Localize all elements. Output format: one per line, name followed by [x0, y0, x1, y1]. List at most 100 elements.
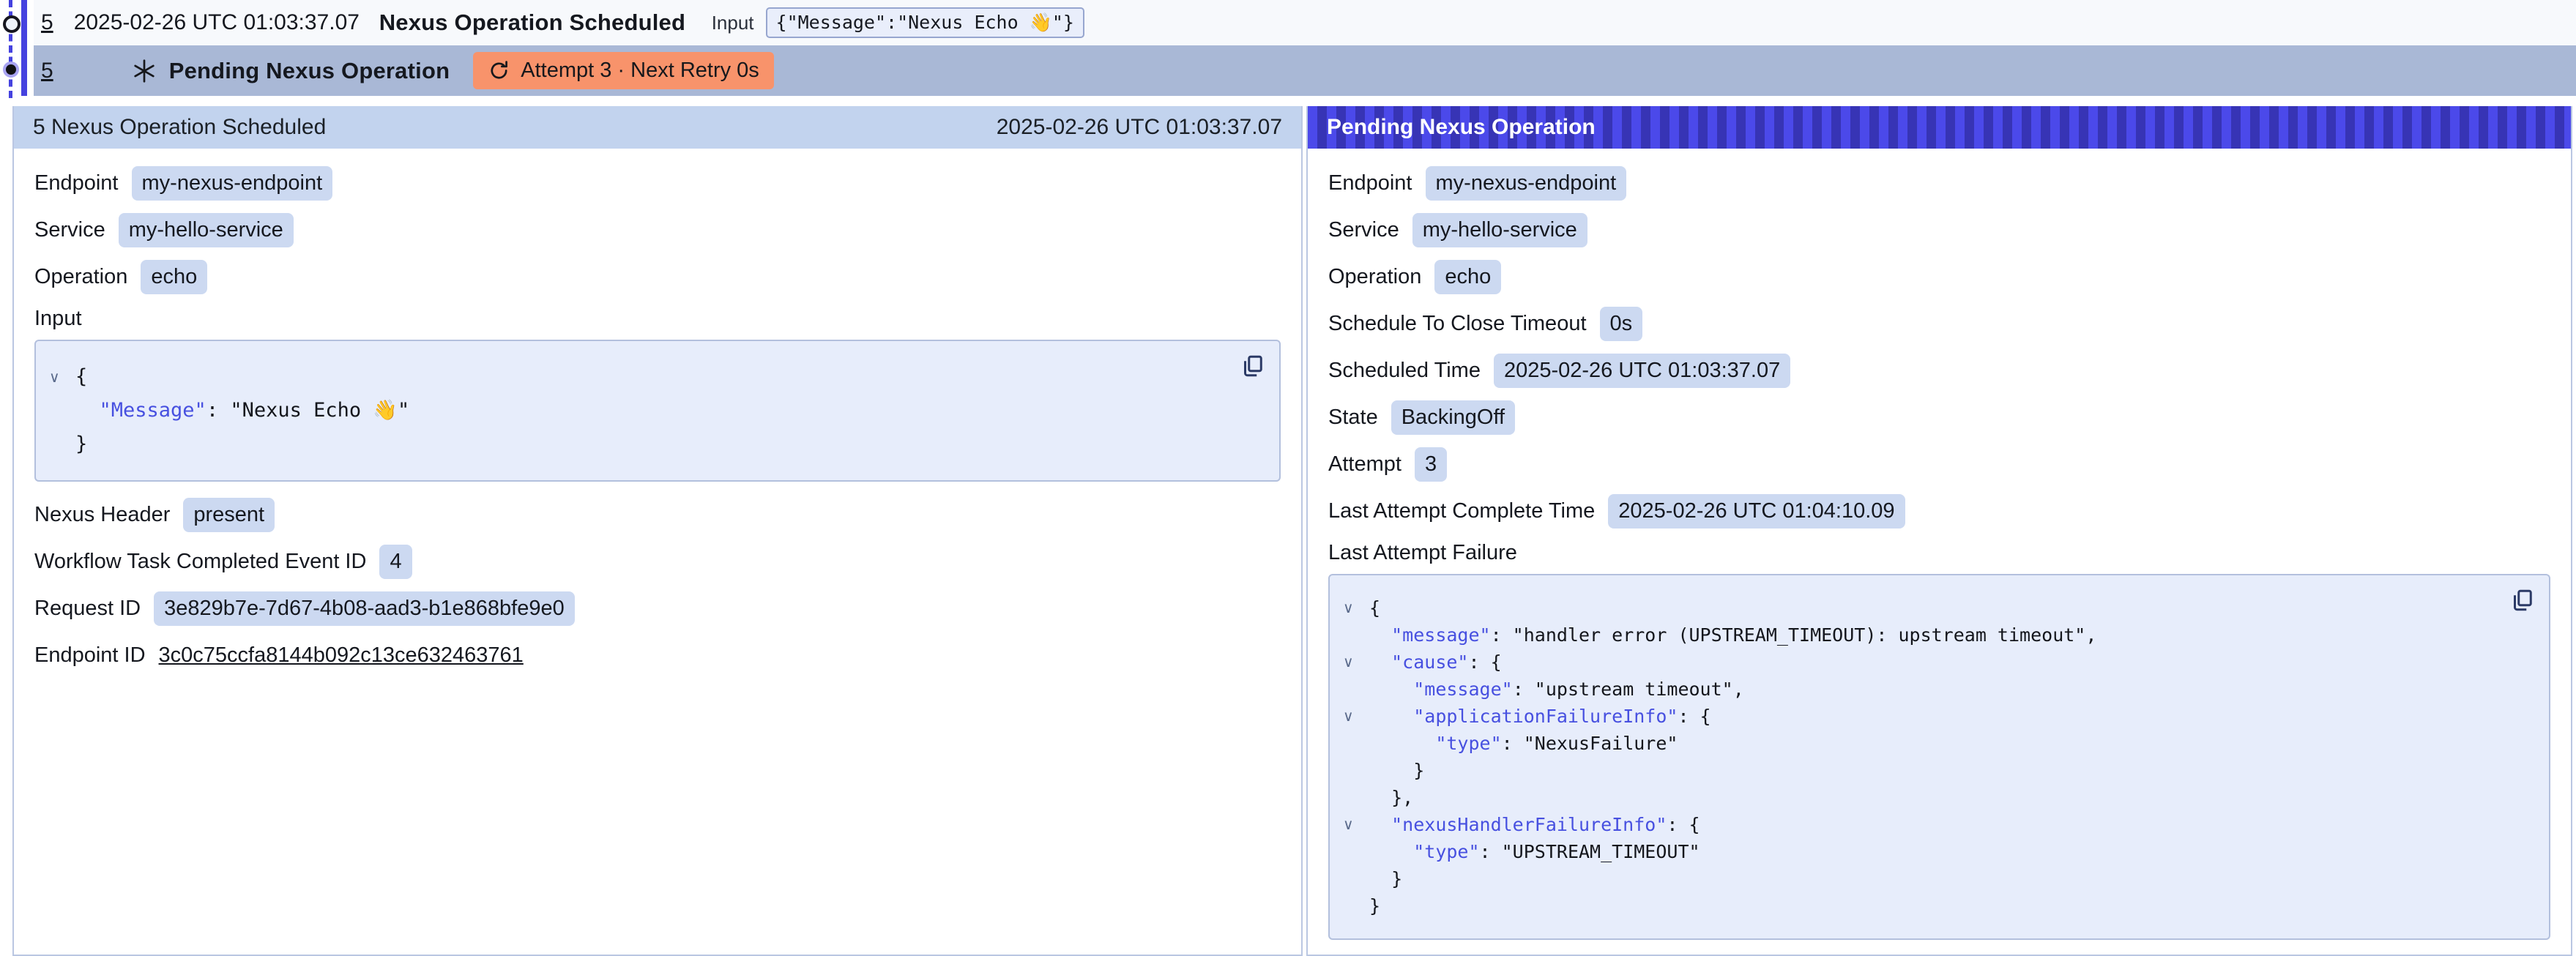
field-label: Nexus Header [34, 503, 170, 527]
field-label: Endpoint [34, 171, 119, 195]
detail-field-row: State BackingOff [1328, 400, 2550, 435]
json-line: "message": "handler error (UPSTREAM_TIME… [1343, 621, 2530, 649]
collapse-chevron-icon[interactable]: ∨ [1343, 811, 1369, 838]
failure-block-label: Last Attempt Failure [1328, 541, 2550, 565]
event-id-link[interactable]: 5 [41, 10, 53, 35]
detail-field-row: Last Attempt Complete Time 2025-02-26 UT… [1328, 494, 2550, 529]
scheduled-panel-header: 5 Nexus Operation Scheduled 2025-02-26 U… [14, 106, 1301, 149]
panel-title: Pending Nexus Operation [1327, 115, 1596, 140]
field-label: Schedule To Close Timeout [1328, 312, 1587, 336]
json-code: "Message": "Nexus Echo 👋" [75, 394, 409, 427]
collapse-chevron-icon[interactable]: ∨ [1343, 594, 1369, 621]
collapse-chevron-icon [1343, 865, 1369, 892]
json-line: } [1343, 757, 2530, 784]
json-code: "cause": { [1369, 649, 1502, 676]
collapse-chevron-icon [1343, 676, 1369, 703]
field-value: 3e829b7e-7d67-4b08-aad3-b1e868bfe9e0 [154, 591, 575, 626]
field-label: Service [1328, 218, 1399, 242]
json-code: "message": "handler error (UPSTREAM_TIME… [1369, 621, 2096, 649]
json-line: ∨ { [1343, 594, 2530, 621]
scheduled-event-panel: 5 Nexus Operation Scheduled 2025-02-26 U… [12, 106, 1303, 956]
json-line: ∨ "applicationFailureInfo": { [1343, 703, 2530, 730]
field-value: my-nexus-endpoint [1426, 166, 1627, 201]
field-value: 0s [1600, 307, 1643, 341]
collapse-chevron-icon [1343, 621, 1369, 649]
pending-operation-panel: Pending Nexus Operation Endpoint my-nexu… [1306, 106, 2572, 956]
json-line: ∨ "nexusHandlerFailureInfo": { [1343, 811, 2530, 838]
collapse-chevron-icon [1343, 892, 1369, 919]
json-code: { [75, 360, 87, 394]
json-code: "message": "upstream timeout", [1369, 676, 1744, 703]
event-row-pending-nexus-operation[interactable]: 5 Pending Nexus Operation Attempt 3 · Ne… [34, 45, 2576, 96]
event-timestamp: 2025-02-26 UTC 01:03:37.07 [74, 10, 363, 35]
field-label: Operation [34, 265, 127, 289]
collapse-chevron-icon [49, 427, 75, 461]
field-value: 2025-02-26 UTC 01:04:10.09 [1608, 494, 1905, 529]
detail-field-row: Schedule To Close Timeout 0s [1328, 307, 2550, 341]
refresh-icon [488, 59, 510, 82]
event-title: Nexus Operation Scheduled [379, 10, 687, 36]
collapse-chevron-icon [49, 394, 75, 427]
field-value: my-hello-service [119, 213, 294, 247]
detail-field-row: Service my-hello-service [34, 213, 1281, 247]
field-value: 2025-02-26 UTC 01:03:37.07 [1494, 354, 1790, 388]
pending-panel-header: Pending Nexus Operation [1308, 106, 2571, 149]
json-code: "nexusHandlerFailureInfo": { [1369, 811, 1700, 838]
panel-timestamp: 2025-02-26 UTC 01:03:37.07 [997, 115, 1282, 140]
detail-field-row: Attempt 3 [1328, 447, 2550, 482]
json-code: "applicationFailureInfo": { [1369, 703, 1711, 730]
json-code: } [1369, 757, 1424, 784]
collapse-chevron-icon[interactable]: ∨ [49, 360, 75, 394]
field-value: 4 [379, 545, 412, 579]
detail-field-row: Operation echo [1328, 260, 2550, 294]
detail-field-row: Service my-hello-service [1328, 213, 2550, 247]
json-line: ∨ { [49, 360, 1260, 394]
field-value: 3 [1415, 447, 1447, 482]
json-line: } [49, 427, 1260, 461]
detail-field-row: Nexus Header present [34, 498, 1281, 532]
detail-field-row: Request ID 3e829b7e-7d67-4b08-aad3-b1e86… [34, 591, 1281, 626]
detail-field-row: Scheduled Time 2025-02-26 UTC 01:03:37.0… [1328, 354, 2550, 388]
field-label: State [1328, 406, 1378, 430]
field-value: echo [1434, 260, 1501, 294]
collapse-chevron-icon[interactable]: ∨ [1343, 703, 1369, 730]
input-label: Input [712, 12, 754, 34]
collapse-chevron-icon[interactable]: ∨ [1343, 649, 1369, 676]
event-row-nexus-operation-scheduled[interactable]: 5 2025-02-26 UTC 01:03:37.07 Nexus Opera… [34, 0, 2576, 45]
field-label: Endpoint ID [34, 643, 146, 668]
json-line: "type": "UPSTREAM_TIMEOUT" [1343, 838, 2530, 865]
copy-icon[interactable] [1240, 353, 1266, 379]
json-line: } [1343, 865, 2530, 892]
event-id-link[interactable]: 5 [41, 59, 53, 83]
attempt-retry-badge: Attempt 3 · Next Retry 0s [473, 52, 774, 89]
field-label: Operation [1328, 265, 1421, 289]
input-block-label: Input [34, 307, 1281, 331]
json-line: "message": "upstream timeout", [1343, 676, 2530, 703]
input-payload-chip[interactable]: {"Message":"Nexus Echo 👋"} [766, 7, 1084, 38]
filled-circle-icon [3, 61, 19, 78]
detail-field-row: Workflow Task Completed Event ID 4 [34, 545, 1281, 579]
json-code: "type": "NexusFailure" [1369, 730, 1678, 757]
field-label: Request ID [34, 597, 141, 621]
collapse-chevron-icon [1343, 784, 1369, 811]
copy-icon[interactable] [2509, 587, 2536, 613]
asterisk-icon [131, 58, 157, 84]
json-line: ∨ "cause": { [1343, 649, 2530, 676]
json-code: } [1369, 892, 1380, 919]
open-circle-icon [3, 15, 21, 33]
json-line: } [1343, 892, 2530, 919]
event-title: Pending Nexus Operation [169, 58, 450, 84]
detail-field-row: Operation echo [34, 260, 1281, 294]
event-timeline [0, 0, 34, 98]
field-label: Endpoint [1328, 171, 1412, 195]
field-value: my-nexus-endpoint [132, 166, 333, 201]
field-value: echo [141, 260, 207, 294]
detail-field-row: Endpoint my-nexus-endpoint [1328, 166, 2550, 201]
input-json-viewer: ∨ { "Message": "Nexus Echo 👋" } [34, 340, 1281, 482]
json-code: } [75, 427, 87, 461]
json-code: { [1369, 594, 1380, 621]
endpoint-id-link[interactable]: 3c0c75ccfa8144b092c13ce632463761 [159, 643, 524, 668]
collapse-chevron-icon [1343, 838, 1369, 865]
field-value: my-hello-service [1412, 213, 1587, 247]
field-value: present [183, 498, 275, 532]
